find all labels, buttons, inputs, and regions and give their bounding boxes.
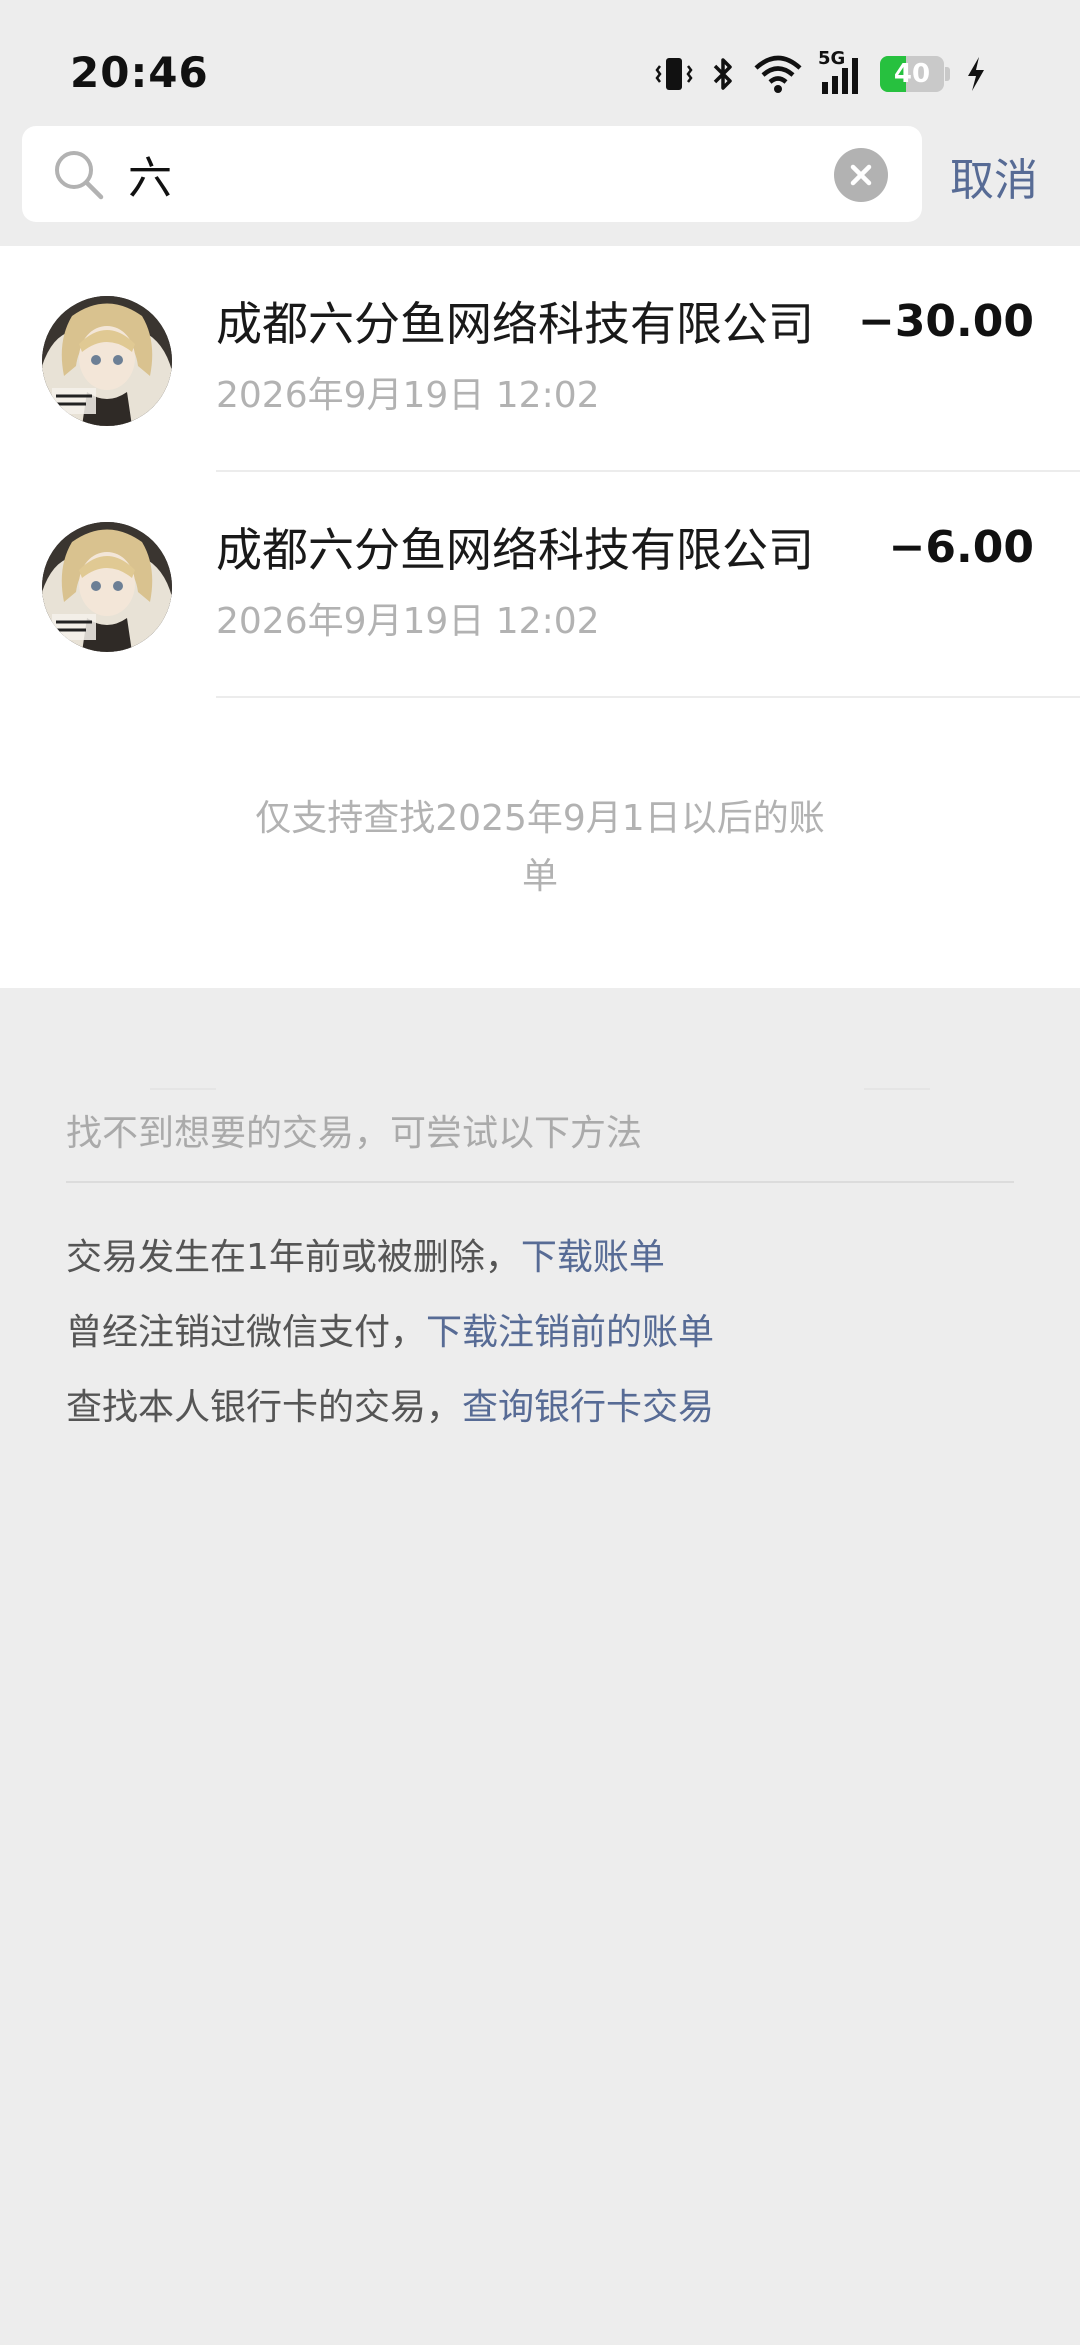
help-item-text: 交易发生在1年前或被删除， (66, 1237, 521, 1278)
bank-card-transactions-link[interactable]: 查询银行卡交易 (462, 1387, 714, 1428)
signal-icon: 5G (818, 48, 866, 96)
help-item: 交易发生在1年前或被删除，下载账单 (66, 1228, 665, 1280)
results-panel: 成都六分鱼网络科技有限公司 2026年9月19日 12:02 −30.00 成都… (0, 246, 1080, 1090)
help-item: 查找本人银行卡的交易，查询银行卡交易 (66, 1378, 714, 1430)
merchant-name: 成都六分鱼网络科技有限公司 (216, 297, 814, 351)
merchant-name: 成都六分鱼网络科技有限公司 (216, 523, 814, 577)
wifi-icon (752, 54, 804, 94)
search-box[interactable] (22, 126, 922, 222)
help-item-text: 曾经注销过微信支付， (66, 1312, 427, 1353)
status-icons: 5G 40 (654, 48, 988, 96)
merchant-avatar (42, 296, 172, 426)
download-bill-link[interactable]: 下载账单 (521, 1237, 665, 1278)
battery-icon: 40 (880, 56, 950, 92)
help-item-text: 查找本人银行卡的交易， (66, 1387, 463, 1428)
search-range-text: 仅支持查找2025年9月1日以后的账单 (255, 798, 825, 897)
help-divider (66, 1181, 1014, 1183)
charging-icon (964, 54, 988, 94)
row-divider (216, 696, 1080, 698)
status-bar: 20:46 5G 40 (0, 0, 1080, 124)
status-time: 20:46 (70, 48, 209, 97)
transaction-date: 2026年9月19日 12:02 (216, 601, 600, 642)
merchant-avatar (42, 522, 172, 652)
bluetooth-icon (708, 54, 738, 94)
transaction-date: 2026年9月19日 12:02 (216, 375, 600, 416)
transaction-amount: −6.00 (888, 522, 1034, 573)
transaction-amount: −30.00 (857, 296, 1034, 347)
search-row: 取消 (0, 124, 1080, 246)
search-icon (52, 148, 106, 206)
cancel-button[interactable]: 取消 (950, 144, 1038, 208)
clear-icon[interactable] (834, 148, 888, 202)
help-title: 找不到想要的交易，可尝试以下方法 (66, 1113, 643, 1154)
note-line-right (864, 1088, 930, 1090)
vibrate-icon (654, 54, 694, 94)
help-item: 曾经注销过微信支付，下载注销前的账单 (66, 1303, 714, 1355)
transaction-row[interactable]: 成都六分鱼网络科技有限公司 2026年9月19日 12:02 −6.00 (0, 472, 1080, 698)
note-line-left (150, 1088, 216, 1090)
battery-level: 40 (893, 59, 931, 89)
download-closed-account-bill-link[interactable]: 下载注销前的账单 (426, 1312, 714, 1353)
search-input[interactable] (128, 126, 828, 222)
transaction-row[interactable]: 成都六分鱼网络科技有限公司 2026年9月19日 12:02 −30.00 (0, 246, 1080, 472)
